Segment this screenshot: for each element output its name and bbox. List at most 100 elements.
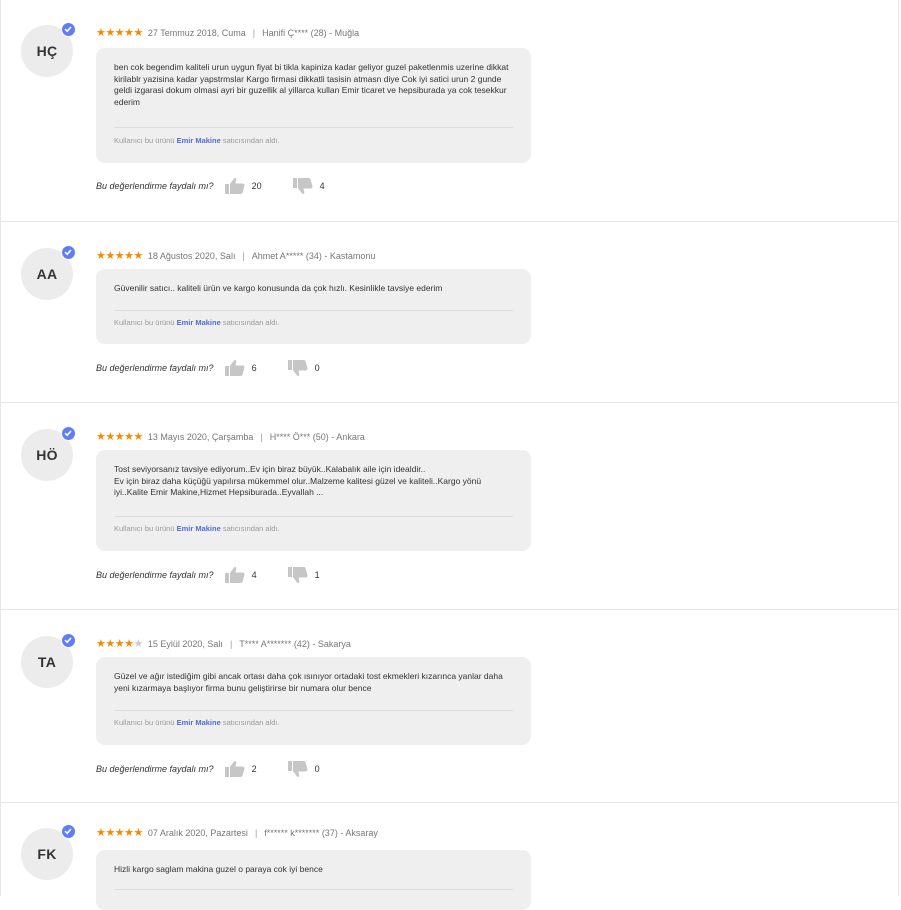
star-icon: ★ <box>133 249 144 262</box>
like-button[interactable]: 2 <box>224 760 257 778</box>
review-author: Ahmet A***** (34) - Kastamonu <box>251 251 376 261</box>
thumbs-down-icon <box>287 566 309 584</box>
review-meta: ★ ★ ★ ★ ★ 15 Eylül 2020, Salı | T**** A*****… <box>96 637 351 651</box>
star-icon: ★ <box>133 430 144 443</box>
review-date: 13 Mayıs 2020, Çarşamba <box>147 432 254 442</box>
dislike-button[interactable]: 0 <box>287 359 320 377</box>
review-text: Güvenilir satıcı.. kaliteli ürün ve karg… <box>114 283 443 293</box>
avatar-initials: FK <box>37 846 57 862</box>
verified-badge-icon <box>61 22 76 37</box>
star-icon: ★ <box>124 430 134 443</box>
review-date: 15 Eylül 2020, Salı <box>147 639 223 649</box>
verified-badge-icon <box>61 824 76 839</box>
dislike-button[interactable]: 1 <box>287 566 320 584</box>
helpful-question: Bu değerlendirme faydalı mı? <box>96 570 214 580</box>
seller-link[interactable]: Emir Makine <box>177 318 221 327</box>
dislike-count: 4 <box>319 181 325 191</box>
seller-prefix: Kullanıcı bu ürünü <box>114 136 175 145</box>
star-icon: ★ <box>96 637 106 650</box>
star-icon: ★ <box>114 249 125 262</box>
review-card: HÇ ★ ★ ★ ★ ★ 27 Temmuz 2018, Cuma | Hanifi Ç… <box>0 0 899 222</box>
like-count: 2 <box>251 764 257 774</box>
divider <box>114 889 513 890</box>
review-meta: ★ ★ ★ ★ ★ 18 Ağustos 2020, Salı | Ahmet A***… <box>96 249 375 263</box>
review-author: H**** Ö*** (50) - Ankara <box>269 432 365 442</box>
star-rating: ★ ★ ★ ★ ★ <box>96 826 143 839</box>
seller-note: Kullanıcı bu ürünü Emir Makine satıcısın… <box>114 524 280 533</box>
verified-badge-icon <box>61 633 76 648</box>
seller-prefix: Kullanıcı bu ürünü <box>114 318 175 327</box>
star-rating: ★ ★ ★ ★ ★ <box>96 637 143 650</box>
review-bubble: Güzel ve ağır istediğim gibi ancak ortas… <box>96 657 531 745</box>
star-icon: ★ <box>114 430 125 443</box>
star-icon: ★ <box>96 249 106 262</box>
star-icon: ★ <box>105 249 115 262</box>
review-card: HÖ ★ ★ ★ ★ ★ 13 Mayıs 2020, Çarşamba | H****… <box>0 403 899 610</box>
avatar-initials: HÖ <box>36 447 58 463</box>
star-icon: ★ <box>96 26 106 39</box>
star-rating: ★ ★ ★ ★ ★ <box>96 430 144 443</box>
avatar-initials: TA <box>37 654 57 670</box>
dislike-count: 1 <box>314 570 320 580</box>
star-icon: ★ <box>124 26 134 39</box>
review-date: 27 Temmuz 2018, Cuma <box>147 28 246 38</box>
review-meta: ★ ★ ★ ★ ★ 07 Aralık 2020, Pazartesi | f*****… <box>96 826 378 840</box>
star-rating: ★ ★ ★ ★ ★ <box>96 249 144 262</box>
verified-badge-icon <box>61 426 76 441</box>
star-icon: ★ <box>105 430 115 443</box>
like-count: 20 <box>251 181 262 191</box>
star-icon: ★ <box>114 26 125 39</box>
review-bubble: Tost seviyorsanız tavsiye ediyorum..Ev i… <box>96 450 531 551</box>
verified-badge-icon <box>61 245 76 260</box>
like-count: 4 <box>251 570 257 580</box>
thumbs-down-icon <box>287 359 309 377</box>
review-author: Hanifi Ç**** (28) - Muğla <box>262 28 360 38</box>
like-count: 6 <box>251 363 257 373</box>
helpful-row: Bu değerlendirme faydalı mı? 20 4 <box>96 178 325 194</box>
meta-divider: | <box>242 251 245 261</box>
star-icon: ★ <box>133 26 144 39</box>
star-icon: ★ <box>105 26 115 39</box>
meta-divider: | <box>229 639 233 649</box>
avatar-initials: HÇ <box>36 43 58 59</box>
divider <box>114 127 513 128</box>
dislike-button[interactable]: 4 <box>292 177 325 195</box>
review-author: T**** A******* (42) - Sakarya <box>239 639 351 649</box>
helpful-row: Bu değerlendirme faydalı mı? 4 1 <box>96 567 320 583</box>
review-date: 07 Aralık 2020, Pazartesi <box>147 828 248 838</box>
seller-link[interactable]: Emir Makine <box>177 136 221 145</box>
meta-divider: | <box>252 28 256 38</box>
thumbs-up-icon <box>224 359 246 377</box>
star-rating: ★ ★ ★ ★ ★ <box>96 26 144 39</box>
like-button[interactable]: 4 <box>224 566 257 584</box>
thumbs-up-icon <box>224 566 246 584</box>
star-icon: ★ <box>114 637 125 650</box>
divider <box>114 710 513 711</box>
star-icon: ★ <box>114 826 125 839</box>
like-button[interactable]: 20 <box>224 177 262 195</box>
star-icon: ★ <box>105 826 115 839</box>
seller-suffix: satıcısından aldı. <box>222 524 280 533</box>
review-text: ben cok begendim kaliteli urun uygun fiy… <box>114 62 509 107</box>
review-author: f****** k******* (37) - Aksaray <box>264 828 378 838</box>
star-icon: ★ <box>96 826 106 839</box>
star-icon: ★ <box>124 826 134 839</box>
helpful-question: Bu değerlendirme faydalı mı? <box>96 363 214 373</box>
seller-note: Kullanıcı bu ürünü Emir Makine satıcısın… <box>114 136 280 145</box>
thumbs-up-icon <box>224 760 246 778</box>
review-text: Tost seviyorsanız tavsiye ediyorum..Ev i… <box>114 464 482 497</box>
star-icon: ★ <box>105 637 115 650</box>
review-meta: ★ ★ ★ ★ ★ 13 Mayıs 2020, Çarşamba | H**** Ö*… <box>96 430 365 444</box>
review-date: 18 Ağustos 2020, Salı <box>147 251 236 261</box>
star-icon: ★ <box>124 637 134 650</box>
thumbs-up-icon <box>224 177 246 195</box>
seller-note: Kullanıcı bu ürünü Emir Makine satıcısın… <box>114 318 280 327</box>
seller-suffix: satıcısından aldı. <box>222 718 280 727</box>
dislike-count: 0 <box>314 764 320 774</box>
review-card: AA ★ ★ ★ ★ ★ 18 Ağustos 2020, Salı | Ahmet A… <box>0 222 899 403</box>
helpful-row: Bu değerlendirme faydalı mı? 2 0 <box>96 761 320 777</box>
seller-link[interactable]: Emir Makine <box>177 524 221 533</box>
like-button[interactable]: 6 <box>224 359 257 377</box>
seller-link[interactable]: Emir Makine <box>177 718 221 727</box>
dislike-button[interactable]: 0 <box>287 760 320 778</box>
